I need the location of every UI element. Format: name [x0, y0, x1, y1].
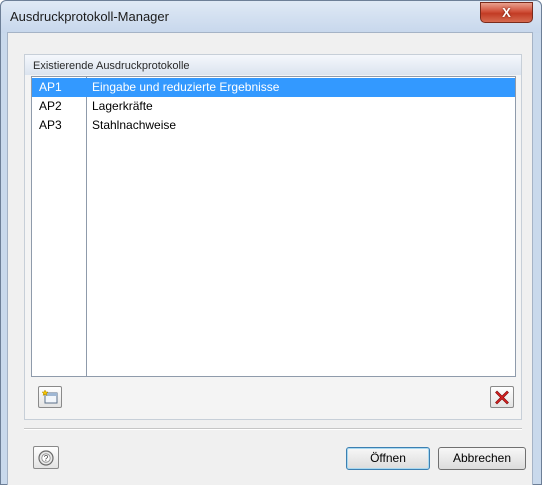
close-icon: X: [502, 5, 511, 20]
svg-text:?: ?: [44, 454, 49, 463]
new-protocol-button[interactable]: [38, 386, 62, 408]
footer-separator: [24, 428, 522, 430]
list-item[interactable]: AP1 Eingabe und reduzierte Ergebnisse: [32, 78, 515, 97]
list-item-name: Lagerkräfte: [92, 99, 153, 113]
list-item-name: Stahlnachweise: [92, 118, 177, 132]
new-document-icon: [41, 389, 58, 404]
close-button[interactable]: X: [480, 2, 533, 23]
list-item-code: AP3: [39, 118, 62, 132]
list-item-name: Eingabe und reduzierte Ergebnisse: [92, 80, 280, 94]
open-button[interactable]: Öffnen: [346, 447, 430, 470]
title-bar[interactable]: Ausdruckprotokoll-Manager: [1, 1, 541, 33]
group-title: Existierende Ausdruckprotokolle: [33, 60, 190, 72]
cancel-button[interactable]: Abbrechen: [438, 447, 526, 470]
delete-protocol-button[interactable]: [490, 386, 514, 408]
delete-x-icon: [495, 390, 509, 405]
help-button[interactable]: ?: [33, 446, 59, 469]
window-title: Ausdruckprotokoll-Manager: [10, 9, 169, 24]
list-item[interactable]: AP3 Stahlnachweise: [32, 116, 515, 135]
list-item[interactable]: AP2 Lagerkräfte: [32, 97, 515, 116]
help-icon: ?: [38, 449, 54, 466]
list-item-code: AP2: [39, 99, 62, 113]
list-item-code: AP1: [39, 80, 62, 94]
